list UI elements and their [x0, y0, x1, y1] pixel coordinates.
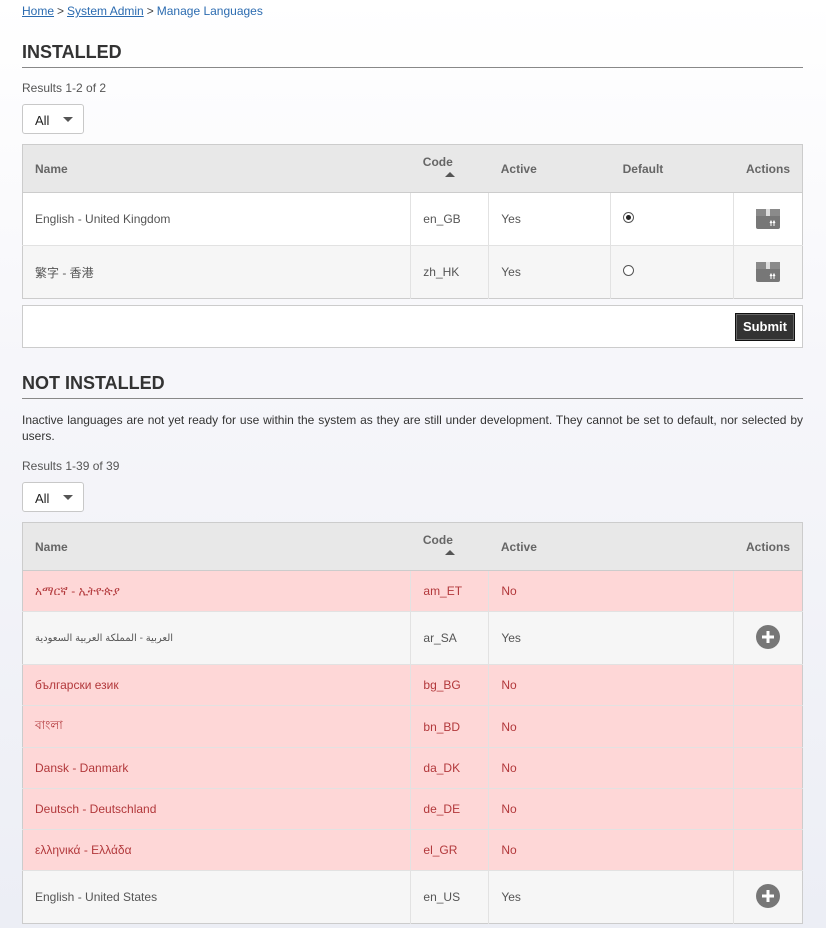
language-name: አማርኛ - ኢትዮጵያ — [22, 570, 411, 612]
not-installed-description: Inactive languages are not yet ready for… — [22, 413, 803, 443]
breadcrumb: Home > System Admin > Manage Languages — [22, 4, 263, 18]
language-code: bg_BG — [410, 664, 489, 706]
not-installed-results-count: Results 1-39 of 39 — [22, 459, 120, 473]
breadcrumb-separator: > — [57, 4, 65, 18]
installed-filter-value: All — [35, 113, 50, 128]
column-header-default: Default — [610, 144, 734, 193]
not-installed-filter-select[interactable]: All — [22, 482, 84, 512]
table-row: Deutsch - Deutschland de_DE No — [22, 788, 803, 830]
language-code: ar_SA — [410, 611, 489, 665]
language-name: العربية - المملكة العربية السعودية — [22, 611, 411, 665]
installed-results-count: Results 1-2 of 2 — [22, 81, 107, 95]
not-installed-filter-value: All — [35, 491, 50, 506]
package-icon[interactable] — [755, 206, 781, 230]
column-header-actions: Actions — [733, 144, 803, 193]
language-active: No — [488, 747, 734, 789]
table-row: বাংলা bn_BD No — [22, 705, 803, 748]
language-active: Yes — [488, 611, 734, 665]
submit-bar: Submit — [22, 305, 803, 348]
language-name: English - United States — [22, 870, 411, 924]
column-header-name[interactable]: Name — [22, 144, 411, 193]
breadcrumb-home-link[interactable]: Home — [22, 4, 54, 18]
language-name: Dansk - Danmark — [22, 747, 411, 789]
language-code: de_DE — [410, 788, 489, 830]
language-code: en_US — [410, 870, 489, 924]
language-active: No — [488, 829, 734, 871]
breadcrumb-current: Manage Languages — [156, 4, 263, 18]
default-radio[interactable] — [623, 265, 635, 276]
not-installed-section-title: NOT INSTALLED — [22, 373, 803, 399]
default-radio[interactable] — [623, 212, 635, 223]
language-name: Deutsch - Deutschland — [22, 788, 411, 830]
column-header-active[interactable]: Active — [488, 522, 734, 571]
column-header-active[interactable]: Active — [488, 144, 611, 193]
language-name: বাংলা — [22, 705, 411, 748]
language-code: da_DK — [410, 747, 489, 789]
package-icon[interactable] — [755, 259, 781, 283]
language-name: български език — [22, 664, 411, 706]
language-name: ελληνικά - Ελλάδα — [22, 829, 411, 871]
add-circle-icon[interactable] — [755, 883, 781, 909]
language-code: zh_HK — [410, 245, 489, 299]
breadcrumb-system-admin-link[interactable]: System Admin — [67, 4, 144, 18]
language-active: No — [488, 705, 734, 748]
table-row: български език bg_BG No — [22, 664, 803, 706]
language-active: No — [488, 664, 734, 706]
language-active: Yes — [488, 245, 611, 299]
table-row: Dansk - Danmark da_DK No — [22, 747, 803, 789]
language-name: 繁字 - 香港 — [22, 245, 411, 299]
language-code: bn_BD — [410, 705, 489, 748]
language-name: English - United Kingdom — [22, 192, 411, 246]
submit-button[interactable]: Submit — [734, 313, 795, 341]
add-circle-icon[interactable] — [755, 624, 781, 650]
column-header-actions: Actions — [733, 522, 803, 571]
language-active: Yes — [488, 870, 734, 924]
chevron-down-icon — [63, 495, 73, 500]
table-row: English - United States en_US Yes — [22, 870, 803, 924]
language-active: No — [488, 570, 734, 612]
language-active: No — [488, 788, 734, 830]
breadcrumb-separator: > — [146, 4, 154, 18]
sort-ascending-icon — [444, 549, 455, 555]
column-header-code[interactable]: Code — [410, 522, 489, 571]
column-header-name[interactable]: Name — [22, 522, 411, 571]
installed-languages-table: Name Code Active Default Actions English… — [22, 144, 803, 299]
language-active: Yes — [488, 192, 611, 246]
table-row: 繁字 - 香港 zh_HK Yes — [22, 245, 803, 299]
not-installed-languages-table: Name Code Active Actions አማርኛ - ኢትዮጵያ am… — [22, 522, 803, 924]
language-code: el_GR — [410, 829, 489, 871]
column-header-code[interactable]: Code — [410, 144, 489, 193]
table-row: العربية - المملكة العربية السعودية ar_SA… — [22, 611, 803, 665]
table-row: ελληνικά - Ελλάδα el_GR No — [22, 829, 803, 871]
chevron-down-icon — [63, 117, 73, 122]
installed-filter-select[interactable]: All — [22, 104, 84, 134]
table-row: English - United Kingdom en_GB Yes — [22, 192, 803, 246]
language-code: en_GB — [410, 192, 489, 246]
language-code: am_ET — [410, 570, 489, 612]
sort-ascending-icon — [444, 171, 455, 177]
installed-section-title: INSTALLED — [22, 42, 803, 68]
table-row: አማርኛ - ኢትዮጵያ am_ET No — [22, 570, 803, 612]
